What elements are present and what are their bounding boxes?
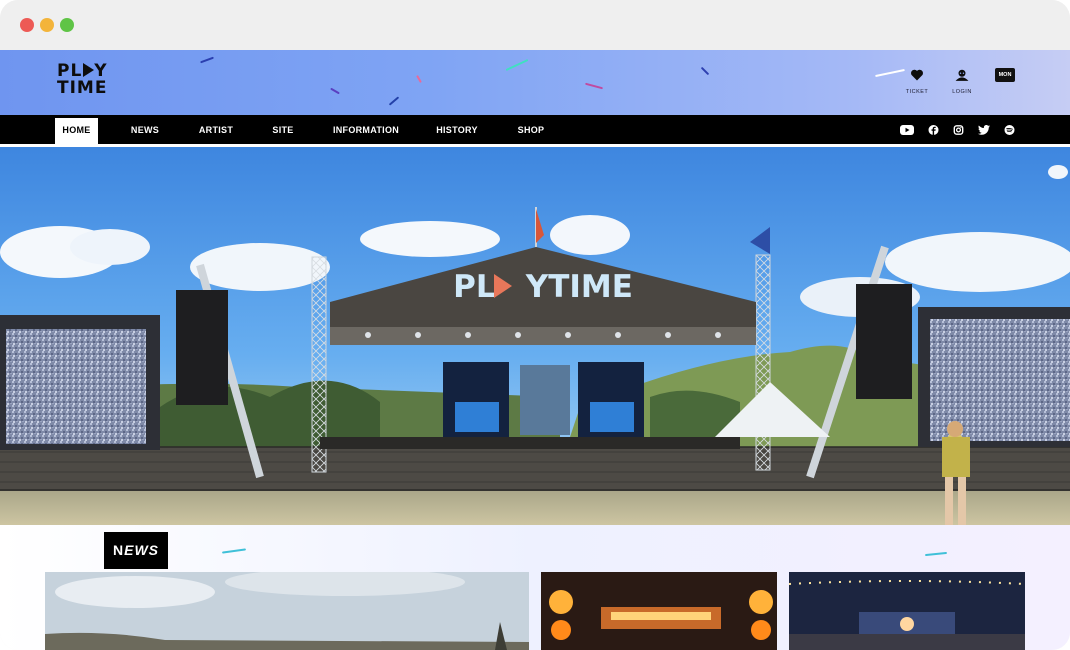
nav-item-news[interactable]: NEWS bbox=[124, 118, 166, 144]
news-card[interactable] bbox=[45, 572, 529, 650]
login-button[interactable]: LOGIN bbox=[944, 68, 980, 95]
news-card-image bbox=[45, 572, 529, 650]
spotify-icon[interactable] bbox=[1004, 125, 1015, 135]
nav-item-shop[interactable]: SHOP bbox=[512, 118, 550, 144]
facebook-icon[interactable] bbox=[928, 125, 939, 135]
youtube-icon[interactable] bbox=[900, 125, 914, 135]
ticket-label: TICKET bbox=[905, 89, 929, 95]
twitter-icon[interactable] bbox=[978, 125, 990, 135]
nav-item-artist[interactable]: ARTIST bbox=[194, 118, 238, 144]
nav-item-home[interactable]: HOME bbox=[55, 118, 98, 144]
confetti-decoration bbox=[505, 59, 529, 71]
news-card[interactable] bbox=[789, 572, 1025, 650]
play-triangle-icon bbox=[83, 63, 95, 77]
maximize-window-button[interactable] bbox=[60, 18, 74, 32]
news-heading: NEWS bbox=[104, 532, 168, 569]
confetti-decoration bbox=[388, 96, 400, 106]
user-icon bbox=[955, 69, 969, 81]
heart-icon bbox=[911, 69, 923, 81]
ticket-button[interactable]: TICKET bbox=[899, 68, 935, 95]
nav-item-information[interactable]: INFORMATION bbox=[330, 118, 402, 144]
nav-item-history[interactable]: HISTORY bbox=[432, 118, 482, 144]
confetti-decoration bbox=[221, 548, 247, 554]
site-header: PL Y TIME TICKET LOGIN MON bbox=[0, 50, 1070, 115]
close-window-button[interactable] bbox=[20, 18, 34, 32]
confetti-decoration bbox=[585, 82, 603, 90]
confetti-decoration bbox=[200, 56, 214, 64]
svg-text:PLYTIME: PL YTIME bbox=[453, 269, 633, 305]
news-card-image bbox=[541, 572, 777, 650]
confetti-decoration bbox=[330, 87, 340, 95]
instagram-icon[interactable] bbox=[953, 125, 964, 135]
news-card-image bbox=[789, 572, 1025, 650]
login-label: LOGIN bbox=[952, 89, 972, 95]
confetti-decoration bbox=[924, 551, 948, 557]
minimize-window-button[interactable] bbox=[40, 18, 54, 32]
page-viewport: PL Y TIME TICKET LOGIN MON HOME NEWS ARTI… bbox=[0, 50, 1070, 650]
browser-window: PL Y TIME TICKET LOGIN MON HOME NEWS ARTI… bbox=[0, 0, 1070, 650]
site-logo[interactable]: PL Y TIME bbox=[57, 63, 109, 99]
nav-item-site[interactable]: SITE bbox=[266, 118, 300, 144]
confetti-decoration bbox=[700, 66, 710, 76]
title-bar bbox=[0, 0, 1070, 50]
hero-festival-image: PL YTIME bbox=[0, 147, 1070, 525]
language-badge[interactable]: MON bbox=[995, 68, 1015, 82]
confetti-decoration bbox=[416, 75, 422, 83]
news-card[interactable] bbox=[541, 572, 777, 650]
